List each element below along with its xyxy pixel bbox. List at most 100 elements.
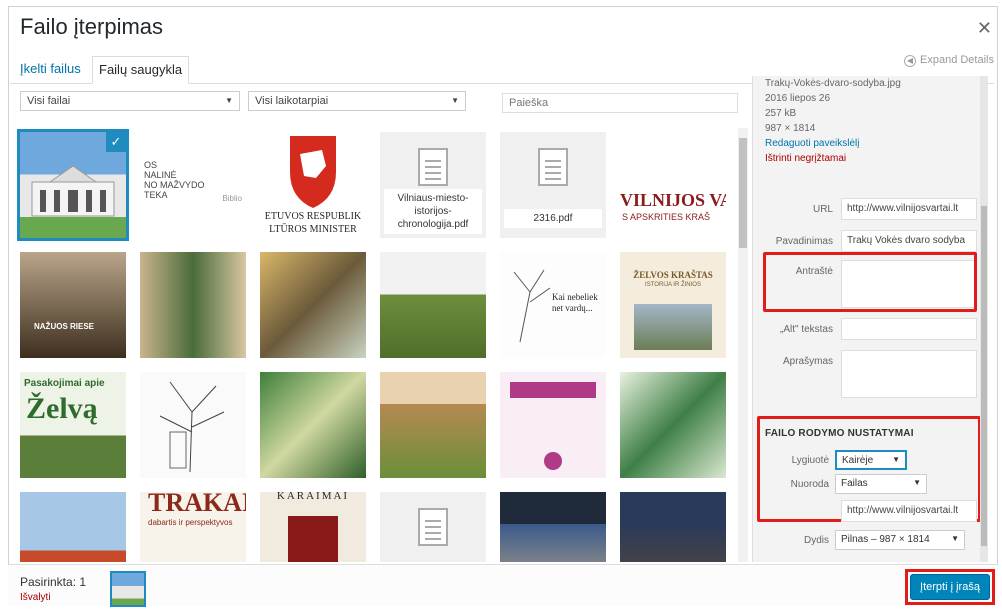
display-settings-title: FAILO RODYMO NUSTATYMAI [765,428,914,439]
thumb-text: Želvą [26,392,98,425]
align-label: Lygiuotė [791,455,829,466]
attachments-grid: ✓ OS NALINĖ NO MAŽVYDO TEKA Biblio ETUVO… [16,128,734,562]
size-label: Dydis [803,535,829,546]
attachment-filename: 2316.pdf [504,209,602,228]
thumb-text: S APSKRITIES KRAŠ [622,212,711,222]
attachment-photo-hill[interactable] [380,252,486,358]
scrollbar-thumb[interactable] [981,206,987,546]
attachment-photo-collage[interactable] [260,252,366,358]
type-filter-select[interactable]: Visi failai ▼ [20,91,240,111]
cover-emblem [544,452,562,470]
tab-media-library[interactable]: Failų saugykla [92,56,190,84]
attachment-book-pasakojimai[interactable]: Pasakojimai apie Želvą [20,372,126,478]
media-footer: Pasirinkta: 1 Išvalyti Įterpti į įrašą [8,564,998,607]
attachment-book-kai-nebeliek[interactable]: Kai nebeliek net vardų... [500,252,606,358]
attachment-vilnijos-vartai[interactable]: VILNIJOS VA S APSKRITIES KRAŠ [620,132,726,238]
link-label: Nuoroda [790,479,829,490]
attachment-trakai-manor[interactable]: ✓ [17,129,129,241]
cover-panel [288,516,338,562]
thumb-text: Biblio [222,194,242,203]
attachment-book-vilnius-dark[interactable] [500,492,606,562]
date-filter-value: Visi laikotarpiai [255,95,329,107]
thumb-text: KARAIMAI [276,492,350,502]
description-label: Aprašymas [782,356,833,367]
insert-into-post-button[interactable]: Įterpti į įrašą [910,574,990,600]
tab-upload-files[interactable]: Įkelti failus [14,56,87,84]
attachment-filename: Trakų-Vokės-dvaro-sodyba.jpg [765,78,901,89]
thumb-text: ETUVOS RESPUBLIK LTŪROS MINISTER [264,211,362,235]
chevron-left-icon: ◀ [904,55,916,67]
scrollbar-thumb[interactable] [739,138,747,248]
media-toolbar: Visi failai ▼ Visi laikotarpiai ▼ Paieška [20,91,742,113]
align-select[interactable]: Kairėje ▼ [835,450,907,470]
attachment-book-karaimai[interactable]: KARAIMAI [260,492,366,562]
thumb-text: Pasakojimai apie [24,378,105,389]
align-value: Kairėje [842,455,874,466]
attachment-pdf-2316[interactable]: 2316.pdf [500,132,606,238]
attachment-library-logo[interactable]: OS NALINĖ NO MAŽVYDO TEKA Biblio [140,132,246,238]
thumb-text: NAŽUOS RIESE [34,322,95,331]
link-url-input[interactable]: http://www.vilnijosvartai.lt [841,500,977,522]
attachment-book-zelvos-krastas[interactable]: ŽELVOS KRAŠTAS ISTORIJA IR ŽINIOS [620,252,726,358]
caret-down-icon: ▼ [951,534,959,543]
grid-scrollbar[interactable] [738,128,748,562]
attachment-book-vilnius-gates[interactable] [620,492,726,562]
clear-selection-link[interactable]: Išvalyti [20,592,51,603]
url-label: URL [812,204,833,215]
attachment-book-church[interactable] [380,372,486,478]
description-textarea[interactable] [841,350,977,398]
link-select[interactable]: Failas ▼ [835,474,927,494]
date-filter-select[interactable]: Visi laikotarpiai ▼ [248,91,466,111]
sketch-image [159,381,225,473]
attachment-document[interactable] [380,492,486,562]
cover-band [510,382,596,398]
size-value: Pilnas – 987 × 1814 [841,534,930,545]
attachment-ministry-logo[interactable]: ETUVOS RESPUBLIK LTŪROS MINISTER [260,132,366,238]
attachment-pdf-chronology[interactable]: Vilniaus-miesto-istorijos-chronologija.p… [380,132,486,238]
coat-of-arms-icon [290,136,336,208]
attachment-filename: Vilniaus-miesto-istorijos-chronologija.p… [384,189,482,234]
caption-highlight [763,252,977,312]
attachment-meta: Trakų-Vokės-dvaro-sodyba.jpg 2016 liepos… [765,76,901,166]
sidebar-scrollbar[interactable] [980,76,988,562]
title-input[interactable]: Trakų Vokės dvaro sodyba [841,230,977,252]
caret-down-icon: ▼ [913,478,921,487]
expand-details-label: Expand Details [920,54,994,66]
attachment-book-trakai[interactable]: TRAKAI dabartis ir perspektyvos [140,492,246,562]
attachment-book-pink[interactable] [500,372,606,478]
attachment-dimensions: 987 × 1814 [765,123,816,134]
thumb-text: dabartis ir perspektyvos [148,518,233,527]
title-label: Pavadinimas [775,236,833,247]
search-input[interactable]: Paieška [502,93,738,113]
thumb-text: Kai nebeliek net vardų... [552,292,598,313]
cover-photo [634,304,712,350]
thumb-text: VILNIJOS VA [620,190,726,210]
document-icon [418,508,448,546]
attachment-photo-people[interactable] [140,252,246,358]
thumb-text: ISTORIJA IR ŽINIOS [645,282,701,288]
modal-title: Failo įterpimas [20,14,164,39]
selected-check-icon[interactable]: ✓ [106,132,126,152]
close-icon[interactable]: ✕ [977,18,992,39]
alt-input[interactable] [841,318,977,340]
attachment-details-sidebar: Trakų-Vokės-dvaro-sodyba.jpg 2016 liepos… [752,76,988,562]
link-value: Failas [841,478,868,489]
attachment-book-cover-nazuos[interactable]: NAŽUOS RIESE [20,252,126,358]
attachment-photo-collage-green[interactable] [260,372,366,478]
edit-image-link[interactable]: Redaguoti paveikslėlį [765,136,901,151]
expand-details-button[interactable]: ◀ Expand Details [904,54,994,67]
document-icon [418,148,448,186]
url-input[interactable]: http://www.vilnijosvartai.lt [841,198,977,220]
delete-permanently-link[interactable]: Ištrinti negrįžtamai [765,151,901,166]
caret-down-icon: ▼ [451,96,459,105]
document-icon [538,148,568,186]
attachment-photo-castle[interactable] [20,492,126,562]
selection-count: Pasirinkta: 1 [20,575,87,589]
attachment-size: 257 kB [765,108,797,119]
attachment-book-green-ornament[interactable] [620,372,726,478]
selected-attachment-thumb[interactable] [110,571,146,607]
attachment-drawing-tree[interactable] [140,372,246,478]
alt-label: „Alt" tekstas [779,324,833,335]
thumb-text: TRAKAI [148,492,246,517]
size-select[interactable]: Pilnas – 987 × 1814 ▼ [835,530,965,550]
